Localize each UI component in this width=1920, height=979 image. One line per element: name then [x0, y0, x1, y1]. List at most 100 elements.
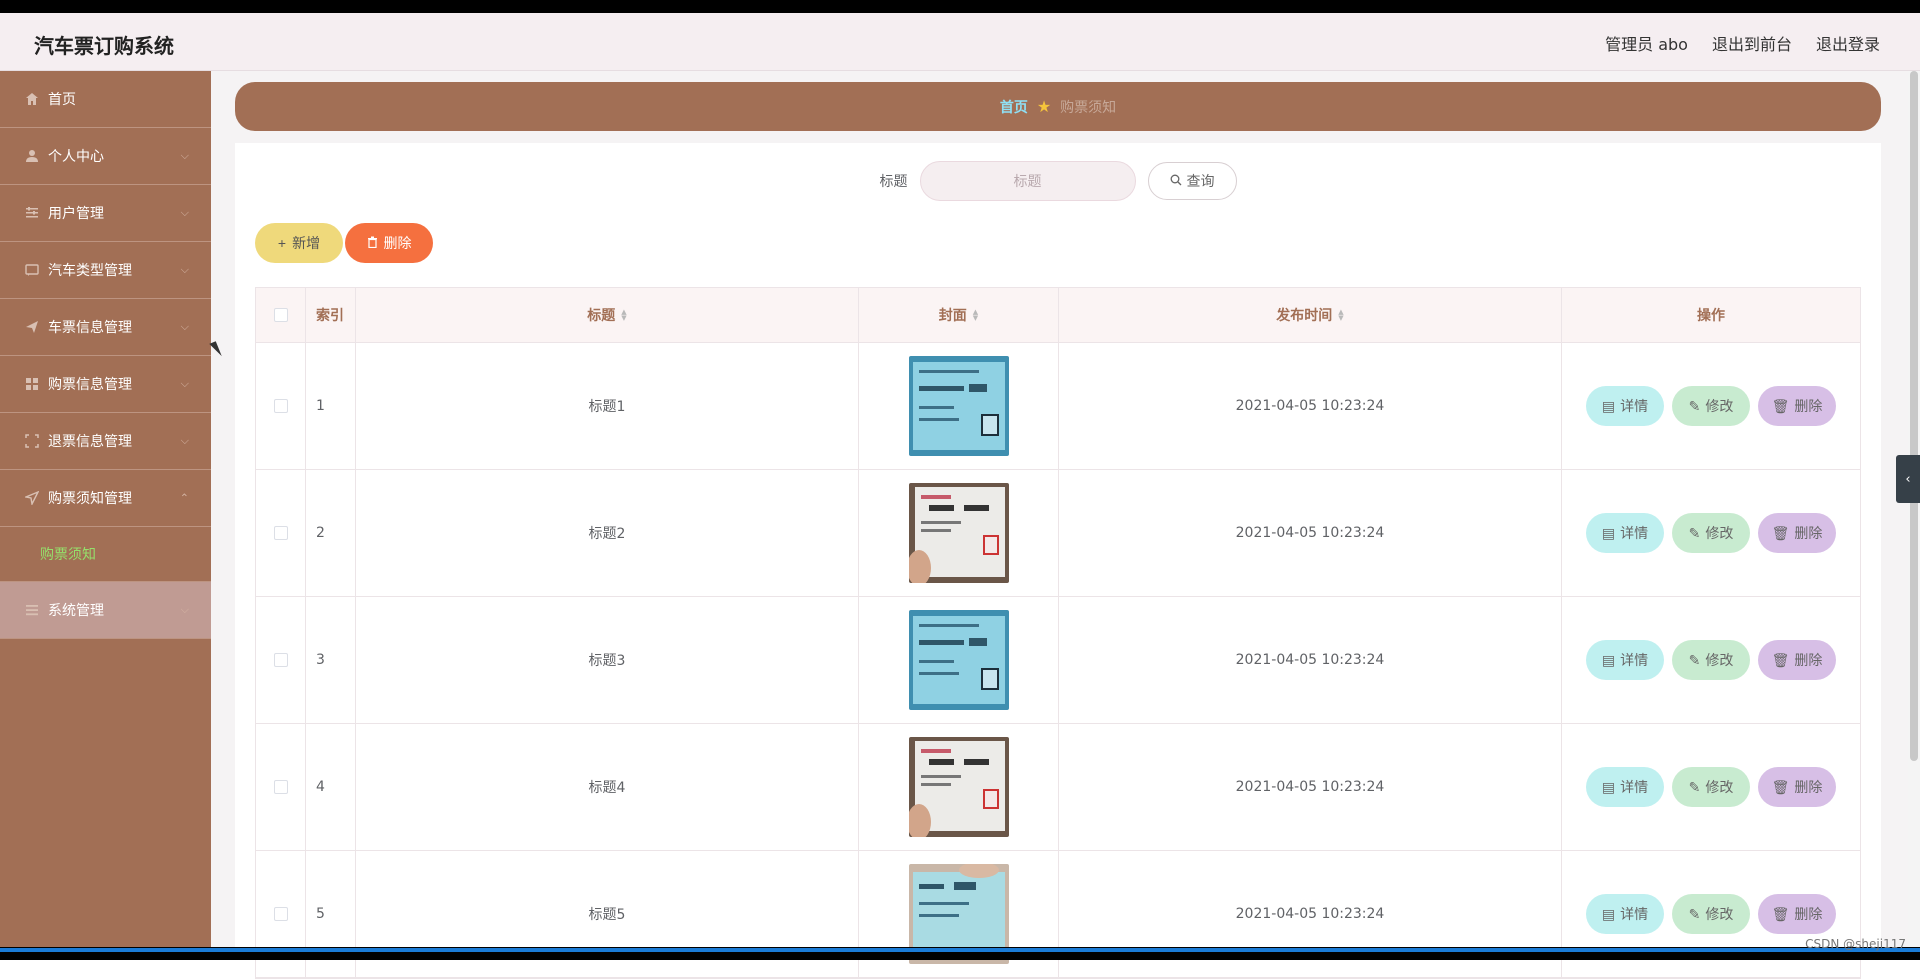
header-cover[interactable]: 封面 ▲ ▼ — [859, 288, 1059, 342]
table-row: 3 标题3 2021-04-05 10:23:24 ▤ 详情 ✎ 修改 🗑 删除 — [256, 597, 1860, 724]
row-index: 2 — [306, 470, 356, 596]
collapse-panel-button[interactable]: ‹ — [1896, 455, 1920, 503]
progress-strip — [0, 948, 1920, 952]
detail-button[interactable]: ▤ 详情 — [1586, 640, 1664, 680]
edit-button[interactable]: ✎ 修改 — [1672, 894, 1750, 934]
chevron-down-icon: ⌵ — [180, 603, 189, 616]
row-actions: ▤ 详情 ✎ 修改 🗑 删除 — [1562, 724, 1860, 850]
sidebar-item-system[interactable]: 系统管理 ⌵ — [0, 582, 211, 639]
row-title: 标题3 — [356, 597, 859, 723]
logout-link[interactable]: 退出登录 — [1816, 31, 1880, 55]
table-row: 2 标题2 2021-04-05 10:23:24 ▤ 详情 ✎ 修改 🗑 删除 — [256, 470, 1860, 597]
header-time[interactable]: 发布时间 ▲ ▼ — [1059, 288, 1562, 342]
scrollbar-thumb[interactable] — [1910, 71, 1918, 761]
frame-icon — [24, 433, 40, 449]
sidebar-item-refund-info[interactable]: 退票信息管理 ⌵ — [0, 413, 211, 470]
sidebar-item-personal[interactable]: 个人中心 ⌵ — [0, 128, 211, 185]
sort-icon[interactable]: ▲ ▼ — [1338, 309, 1343, 322]
sidebar-item-users[interactable]: 用户管理 ⌵ — [0, 185, 211, 242]
detail-button[interactable]: ▤ 详情 — [1586, 513, 1664, 553]
row-time: 2021-04-05 10:23:24 — [1059, 470, 1562, 596]
chevron-down-icon: ⌵ — [180, 434, 189, 447]
app-title: 汽车票订购系统 — [34, 34, 174, 58]
row-index: 1 — [306, 343, 356, 469]
sidebar-item-ticket-info[interactable]: 车票信息管理 ⌵ — [0, 299, 211, 356]
delete-button[interactable]: 🗑 删除 — [1758, 894, 1836, 934]
sidebar-subitem-notice[interactable]: 购票须知 — [0, 527, 211, 582]
search-button-label: 查询 — [1186, 173, 1215, 189]
row-checkbox[interactable] — [273, 653, 288, 667]
sidebar-item-label: 购票信息管理 — [48, 377, 132, 393]
delete-button[interactable]: 🗑 删除 — [1758, 386, 1836, 426]
sort-icon[interactable]: ▲ ▼ — [973, 309, 978, 322]
cover-image[interactable] — [908, 356, 1009, 456]
sidebar-item-notice-manage[interactable]: 购票须知管理 ⌃ — [0, 470, 211, 527]
cover-image[interactable] — [908, 610, 1009, 710]
row-title: 标题2 — [356, 470, 859, 596]
chevron-down-icon: ⌵ — [180, 377, 189, 390]
delete-button[interactable]: 🗑 删除 — [1758, 640, 1836, 680]
search-bar: 标题 查询 — [235, 161, 1881, 201]
add-button-label: 新增 — [292, 235, 321, 251]
row-actions: ▤ 详情 ✎ 修改 🗑 删除 — [1562, 597, 1860, 723]
search-icon — [1170, 173, 1182, 189]
edit-button[interactable]: ✎ 修改 — [1672, 386, 1750, 426]
sidebar-item-purchase-info[interactable]: 购票信息管理 ⌵ — [0, 356, 211, 413]
row-actions: ▤ 详情 ✎ 修改 🗑 删除 — [1562, 343, 1860, 469]
cover-image[interactable] — [908, 737, 1009, 837]
breadcrumb-home[interactable]: 首页 — [1000, 97, 1028, 117]
trash-icon: 🗑 — [1771, 651, 1790, 668]
admin-label: 管理员 abo — [1605, 35, 1688, 54]
sidebar-item-bus-type[interactable]: 汽车类型管理 ⌵ — [0, 242, 211, 299]
chevron-down-icon: ⌵ — [180, 263, 189, 276]
add-button[interactable]: + 新增 — [255, 223, 343, 263]
delete-button[interactable]: 🗑 删除 — [1758, 767, 1836, 807]
document-icon: ▤ — [1601, 524, 1616, 541]
notice-table: 索引 标题 ▲ ▼ 封面 ▲ ▼ 发布时间 ▲ ▼ 操作 1 标题1 2021-… — [255, 287, 1861, 979]
pencil-icon: ✎ — [1688, 778, 1701, 795]
sort-icon[interactable]: ▲ ▼ — [621, 309, 626, 322]
select-all-checkbox[interactable] — [273, 308, 288, 322]
edit-button[interactable]: ✎ 修改 — [1672, 640, 1750, 680]
row-checkbox[interactable] — [273, 780, 288, 794]
row-title: 标题4 — [356, 724, 859, 850]
document-icon: ▤ — [1601, 905, 1616, 922]
batch-delete-button[interactable]: 删除 — [345, 223, 433, 263]
header-title[interactable]: 标题 ▲ ▼ — [356, 288, 859, 342]
detail-button[interactable]: ▤ 详情 — [1586, 386, 1664, 426]
header-actions: 管理员 abo 退出到前台 退出登录 — [1605, 31, 1880, 55]
header-time-label: 发布时间 — [1276, 308, 1333, 324]
delete-button[interactable]: 🗑 删除 — [1758, 513, 1836, 553]
row-checkbox[interactable] — [273, 399, 288, 413]
sidebar-item-label: 系统管理 — [48, 603, 104, 619]
pencil-icon: ✎ — [1688, 651, 1701, 668]
edit-button[interactable]: ✎ 修改 — [1672, 767, 1750, 807]
search-input[interactable] — [919, 161, 1136, 201]
sidebar-item-home[interactable]: 首页 — [0, 71, 211, 128]
row-checkbox[interactable] — [273, 526, 288, 540]
exit-front-link[interactable]: 退出到前台 — [1712, 31, 1792, 55]
grid-icon — [24, 376, 40, 392]
detail-button[interactable]: ▤ 详情 — [1586, 767, 1664, 807]
trash-icon: 🗑 — [1771, 905, 1790, 922]
sidebar-item-label: 车票信息管理 — [48, 320, 132, 336]
header: 汽车票订购系统 管理员 abo 退出到前台 退出登录 — [0, 13, 1920, 71]
sidebar-item-label: 个人中心 — [48, 149, 104, 165]
detail-button[interactable]: ▤ 详情 — [1586, 894, 1664, 934]
search-button[interactable]: 查询 — [1147, 162, 1237, 200]
row-time: 2021-04-05 10:23:24 — [1059, 343, 1562, 469]
header-cover-label: 封面 — [938, 308, 967, 324]
edit-button[interactable]: ✎ 修改 — [1672, 513, 1750, 553]
pencil-icon: ✎ — [1688, 905, 1701, 922]
header-ops: 操作 — [1697, 308, 1725, 324]
breadcrumb-current: 购票须知 — [1060, 99, 1117, 116]
pencil-icon: ✎ — [1688, 397, 1701, 414]
row-checkbox[interactable] — [273, 907, 288, 921]
cover-image[interactable] — [908, 483, 1009, 583]
user-icon — [24, 148, 40, 164]
toolbar: + 新增 删除 — [255, 223, 433, 263]
sidebar-item-label: 购票须知管理 — [48, 491, 132, 507]
home-icon — [24, 91, 40, 107]
sidebar-item-label: 汽车类型管理 — [48, 263, 132, 279]
row-actions: ▤ 详情 ✎ 修改 🗑 删除 — [1562, 470, 1860, 596]
